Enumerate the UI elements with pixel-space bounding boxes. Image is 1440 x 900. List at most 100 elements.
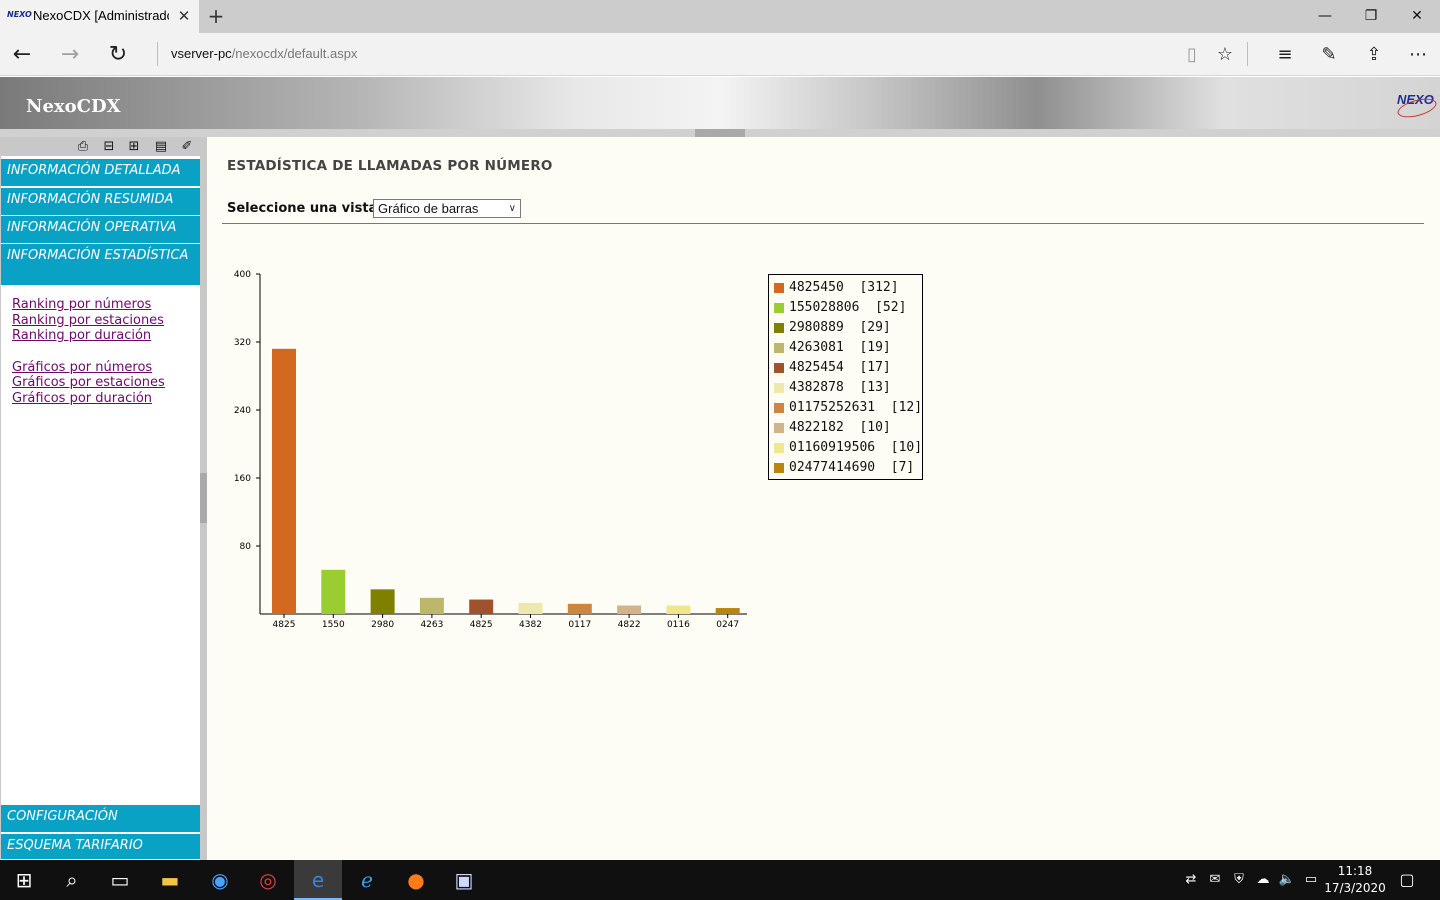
task-view-icon[interactable]: ▭	[96, 860, 144, 900]
x-tick-label: 0247	[716, 620, 739, 630]
legend-swatch	[774, 283, 784, 293]
legend-label: 4822182 [10]	[789, 420, 891, 435]
toolbar-separator	[1247, 42, 1248, 66]
collapse-vertical-icon[interactable]: ⊞	[125, 139, 143, 154]
edge-icon[interactable]: e	[294, 860, 342, 900]
export-icon[interactable]: ▤	[152, 139, 170, 154]
main-content: ESTADÍSTICA DE LLAMADAS POR NÚMERO Selec…	[207, 137, 1440, 860]
link-graficos-estaciones[interactable]: Gráficos por estaciones	[12, 375, 197, 391]
bar	[370, 589, 395, 614]
legend-swatch	[774, 383, 784, 393]
legend-entry: 4825454 [17]	[769, 358, 922, 378]
restore-icon[interactable]: ❐	[1348, 0, 1394, 33]
x-tick-label: 4825	[273, 620, 296, 630]
mail-icon[interactable]: ✉	[1204, 860, 1226, 900]
x-tick-label: 0117	[568, 620, 591, 630]
clock[interactable]: 11:18 17/3/2020	[1322, 863, 1388, 897]
link-ranking-numeros[interactable]: Ranking por números	[12, 297, 197, 313]
menu-informacion-estadistica[interactable]: INFORMACIÓN ESTADÍSTICA	[1, 244, 200, 286]
web-note-icon[interactable]: ✎	[1315, 41, 1343, 69]
teamviewer-icon[interactable]: ⇄	[1180, 860, 1202, 900]
outlook-icon[interactable]: ◉	[196, 860, 244, 900]
legend-label: 4825454 [17]	[789, 360, 891, 375]
search-icon[interactable]: ⌕	[48, 860, 96, 900]
legend-entry: 01175252631 [12]	[769, 398, 922, 418]
reading-view-icon[interactable]: ▯	[1178, 41, 1206, 69]
legend-swatch	[774, 303, 784, 313]
link-ranking-estaciones[interactable]: Ranking por estaciones	[12, 313, 197, 329]
menu-informacion-resumida[interactable]: INFORMACIÓN RESUMIDA	[1, 188, 200, 216]
vertical-splitter-handle[interactable]	[200, 473, 207, 523]
legend-label: 01160919506 [10]	[789, 440, 923, 455]
view-select-value: Gráfico de barras	[378, 201, 479, 216]
notifications-icon[interactable]: ▢	[1396, 860, 1418, 900]
nexo-logo: NEXO	[1397, 92, 1437, 120]
legend-swatch	[774, 363, 784, 373]
cloud-icon[interactable]: ☁	[1252, 860, 1274, 900]
legend-label: 01175252631 [12]	[789, 400, 923, 415]
sidebar: ⎙ ⊟ ⊞ ▤ ✐ INFORMACIÓN DETALLADA INFORMAC…	[0, 137, 201, 860]
report-icon[interactable]: ✐	[178, 139, 196, 154]
legend-label: 4382878 [13]	[789, 380, 891, 395]
back-icon[interactable]: ←	[8, 41, 36, 69]
legend-swatch	[774, 423, 784, 433]
app-title: NexoCDX	[26, 96, 121, 117]
y-tick-label: 80	[240, 542, 252, 552]
hub-icon[interactable]: ≡	[1271, 41, 1299, 69]
refresh-icon[interactable]: ↻	[104, 41, 132, 69]
menu-informacion-operativa[interactable]: INFORMACIÓN OPERATIVA	[1, 216, 200, 244]
x-tick-label: 4825	[470, 620, 493, 630]
legend-entry: 4822182 [10]	[769, 418, 922, 438]
minimize-icon[interactable]: —	[1302, 0, 1348, 33]
x-tick-label: 4263	[420, 620, 443, 630]
sidebar-toolbar: ⎙ ⊟ ⊞ ▤ ✐	[1, 137, 201, 156]
collapse-horizontal-icon[interactable]: ⊟	[100, 139, 118, 154]
close-tab-icon[interactable]: ✕	[174, 6, 194, 26]
remote-desktop-icon[interactable]: ▣	[440, 860, 488, 900]
bar	[272, 348, 296, 614]
favorite-star-icon[interactable]: ☆	[1211, 41, 1239, 69]
url-field[interactable]: vserver-pc/nexocdx/default.aspx	[171, 46, 357, 64]
legend-swatch	[774, 343, 784, 353]
bar-chart: 80 160 240 320 400 4825 1550 2980 4263 4825 4382 01…	[234, 270, 747, 630]
volume-icon[interactable]: 🔈	[1276, 860, 1298, 900]
link-graficos-numeros[interactable]: Gráficos por números	[12, 360, 197, 376]
app-header: NexoCDX NEXO	[0, 77, 1440, 129]
print-icon[interactable]: ⎙	[74, 139, 92, 154]
bar	[715, 608, 740, 614]
browser-tab[interactable]: NEXO NexoCDX [Administrador] ✕	[0, 0, 199, 33]
new-tab-icon[interactable]: +	[205, 5, 227, 27]
top-splitter-handle[interactable]	[695, 129, 745, 137]
menu-informacion-detallada[interactable]: INFORMACIÓN DETALLADA	[1, 159, 200, 187]
statistics-links: Ranking por números Ranking por estacion…	[12, 297, 197, 406]
share-icon[interactable]: ⇪	[1360, 41, 1388, 69]
forward-icon[interactable]: →	[56, 41, 84, 69]
nexo-favicon-icon: NEXO	[7, 10, 32, 19]
legend-entry: 4382878 [13]	[769, 378, 922, 398]
windows-start-icon[interactable]: ⊞	[0, 860, 48, 900]
link-ranking-duracion[interactable]: Ranking por duración	[12, 328, 197, 344]
legend-label: 2980889 [29]	[789, 320, 891, 335]
network-icon[interactable]: ▭	[1300, 860, 1322, 900]
view-select[interactable]: Gráfico de barras ∨	[373, 199, 521, 218]
legend-label: 4263081 [19]	[789, 340, 891, 355]
bar	[419, 597, 444, 614]
link-graficos-duracion[interactable]: Gráficos por duración	[12, 391, 197, 407]
file-explorer-icon[interactable]: ▬	[146, 860, 194, 900]
menu-esquema-tarifario[interactable]: ESQUEMA TARIFARIO	[1, 834, 200, 860]
y-tick-label: 320	[234, 338, 251, 348]
address-bar: ← → ↻ vserver-pc/nexocdx/default.aspx ▯ …	[0, 33, 1440, 76]
chrome-icon[interactable]: ◎	[244, 860, 292, 900]
legend-entry: 01160919506 [10]	[769, 438, 922, 458]
menu-configuracion[interactable]: CONFIGURACIÓN	[1, 805, 200, 833]
more-icon[interactable]: ⋯	[1404, 41, 1432, 69]
legend-swatch	[774, 323, 784, 333]
chart-legend: 4825450 [312] 155028806 [52] 2980889 [29] 4…	[768, 274, 923, 480]
firefox-icon[interactable]: ●	[392, 860, 440, 900]
internet-explorer-icon[interactable]: ℯ	[343, 860, 391, 900]
x-tick-label: 4382	[519, 620, 542, 630]
divider	[222, 223, 1424, 224]
defender-shield-icon[interactable]: ⛨	[1228, 860, 1250, 900]
tab-title: NexoCDX [Administrador]	[33, 8, 169, 23]
window-close-icon[interactable]: ✕	[1394, 0, 1440, 33]
